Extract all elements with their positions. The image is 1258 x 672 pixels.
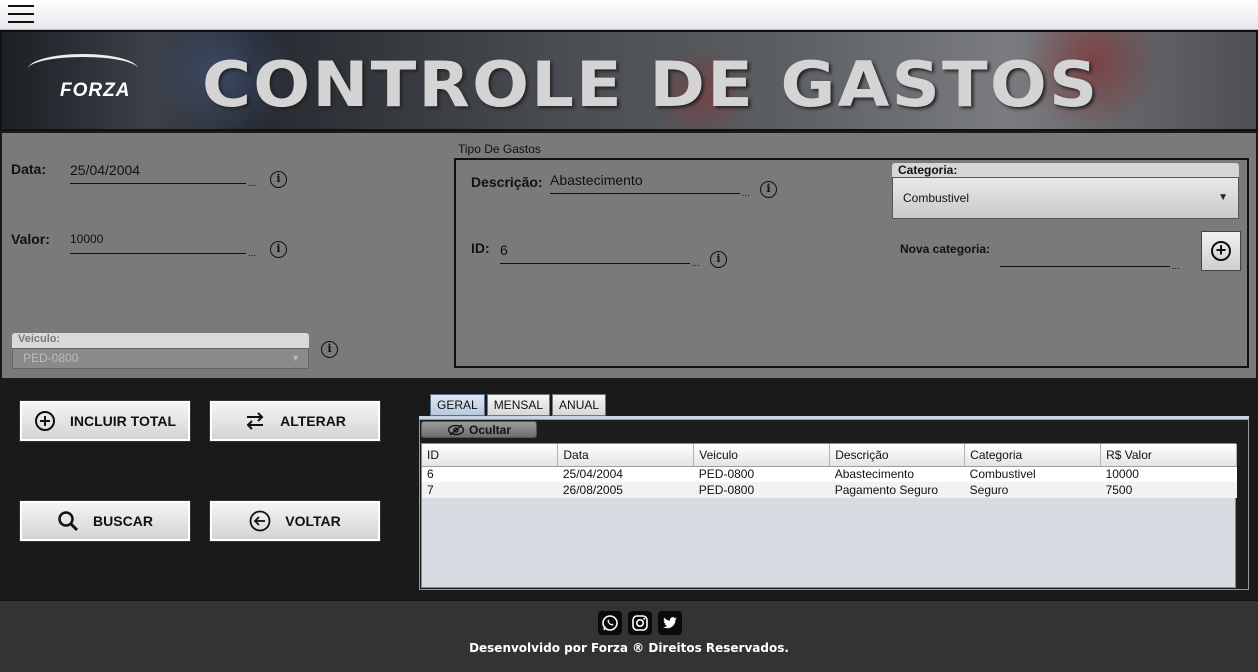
- forza-logo: FORZA: [26, 50, 146, 114]
- data-label: Data:: [11, 161, 47, 177]
- column-header[interactable]: Categoria: [964, 444, 1102, 467]
- data-value: 25/04/2004: [70, 162, 141, 178]
- table-cell: Abastecimento: [829, 466, 965, 482]
- top-bar: [0, 0, 1258, 30]
- tipo-gastos-title: Tipo De Gastos: [458, 142, 541, 156]
- arrow-left-circle-icon: [249, 510, 271, 532]
- table-cell: 7500: [1100, 482, 1237, 498]
- veiculo-value: PED-0800: [23, 351, 79, 365]
- info-icon[interactable]: i: [710, 251, 727, 268]
- table-cell: 25/04/2004: [557, 466, 694, 482]
- table-row[interactable]: 7 26/08/2005 PED-0800 Pagamento Seguro S…: [422, 482, 1237, 498]
- id-field[interactable]: 6 ...: [500, 242, 700, 269]
- swap-arrows-icon: [244, 410, 266, 432]
- gastos-table: ID Data Veiculo Descrição Categoria R$ V…: [421, 443, 1237, 588]
- hamburger-icon[interactable]: [8, 5, 34, 25]
- plus-circle-icon: +: [1211, 241, 1231, 261]
- whatsapp-icon[interactable]: [598, 611, 622, 635]
- footer: Desenvolvido por Forza ® Direitos Reserv…: [0, 600, 1258, 672]
- table-header-row: ID Data Veiculo Descrição Categoria R$ V…: [422, 444, 1237, 467]
- nova-categoria-label: Nova categoria:: [900, 242, 991, 256]
- table-cell: PED-0800: [693, 482, 830, 498]
- table-cell: Seguro: [964, 482, 1101, 498]
- id-value: 6: [500, 242, 508, 258]
- footer-copyright: Desenvolvido por Forza ® Direitos Reserv…: [469, 641, 789, 655]
- categoria-label: Categoria:: [892, 163, 1239, 177]
- table-cell: Pagamento Seguro: [829, 482, 965, 498]
- incluir-total-button[interactable]: INCLUIR TOTAL: [19, 400, 191, 442]
- social-links: [598, 611, 682, 635]
- tab-geral[interactable]: GERAL: [430, 394, 485, 416]
- field-ellipsis: ...: [741, 188, 750, 199]
- info-icon[interactable]: i: [270, 171, 287, 188]
- alterar-button[interactable]: ALTERAR: [209, 400, 381, 442]
- field-ellipsis: ...: [247, 178, 256, 189]
- banner: FORZA CONTROLE DE GASTOS: [0, 30, 1258, 131]
- valor-label: Valor:: [11, 231, 50, 247]
- column-header[interactable]: R$ Valor: [1100, 444, 1237, 467]
- descricao-label: Descrição:: [471, 174, 543, 190]
- veiculo-label: Veiculo:: [12, 333, 309, 348]
- chevron-down-icon: ▼: [1218, 192, 1228, 203]
- info-icon[interactable]: i: [270, 241, 287, 258]
- search-icon: [57, 510, 79, 532]
- tab-bar: GERAL MENSAL ANUAL: [430, 394, 607, 416]
- categoria-select[interactable]: Categoria: Combustivel ▼: [892, 163, 1239, 219]
- buscar-button[interactable]: BUSCAR: [19, 500, 191, 542]
- table-row[interactable]: 6 25/04/2004 PED-0800 Abastecimento Comb…: [422, 466, 1237, 482]
- ocultar-button[interactable]: Ocultar: [421, 421, 537, 438]
- info-icon[interactable]: i: [321, 341, 338, 358]
- column-header[interactable]: ID: [422, 444, 559, 467]
- table-cell: Combustivel: [964, 466, 1101, 482]
- instagram-icon[interactable]: [628, 611, 652, 635]
- table-cell: 26/08/2005: [557, 482, 694, 498]
- voltar-button[interactable]: VOLTAR: [209, 500, 381, 542]
- table-cell: 7: [422, 482, 558, 498]
- valor-value: 10000: [70, 232, 104, 246]
- logo-brand: FORZA: [60, 80, 131, 101]
- column-header[interactable]: Veiculo: [693, 444, 831, 467]
- field-ellipsis: ...: [1171, 261, 1180, 272]
- chevron-down-icon: ▼: [291, 353, 300, 363]
- veiculo-select[interactable]: Veiculo: PED-0800 ▼: [12, 333, 309, 369]
- descricao-value: Abastecimento: [550, 172, 643, 188]
- info-icon[interactable]: i: [760, 181, 777, 198]
- descricao-field[interactable]: Abastecimento ...: [550, 172, 750, 199]
- column-header[interactable]: Descrição: [829, 444, 966, 467]
- field-ellipsis: ...: [247, 248, 256, 259]
- nova-categoria-field[interactable]: ...: [1000, 245, 1180, 272]
- field-ellipsis: ...: [691, 258, 700, 269]
- add-category-button[interactable]: +: [1201, 231, 1241, 271]
- twitter-icon[interactable]: [658, 611, 682, 635]
- page-title: CONTROLE DE GASTOS: [202, 48, 1100, 121]
- categoria-value: Combustivel: [903, 191, 970, 205]
- plus-circle-icon: [34, 410, 56, 432]
- table-cell: 6: [422, 466, 558, 482]
- eye-off-icon: [447, 424, 465, 435]
- tab-anual[interactable]: ANUAL: [552, 394, 607, 416]
- tab-mensal[interactable]: MENSAL: [486, 394, 551, 416]
- valor-field[interactable]: 10000 ...: [70, 232, 256, 259]
- table-cell: PED-0800: [693, 466, 830, 482]
- data-field[interactable]: 25/04/2004 ...: [70, 162, 256, 189]
- table-cell: 10000: [1100, 466, 1237, 482]
- form-panel: Data: 25/04/2004 ... i Valor: 10000 ... …: [0, 131, 1258, 380]
- column-header[interactable]: Data: [557, 444, 695, 467]
- id-label: ID:: [471, 240, 490, 256]
